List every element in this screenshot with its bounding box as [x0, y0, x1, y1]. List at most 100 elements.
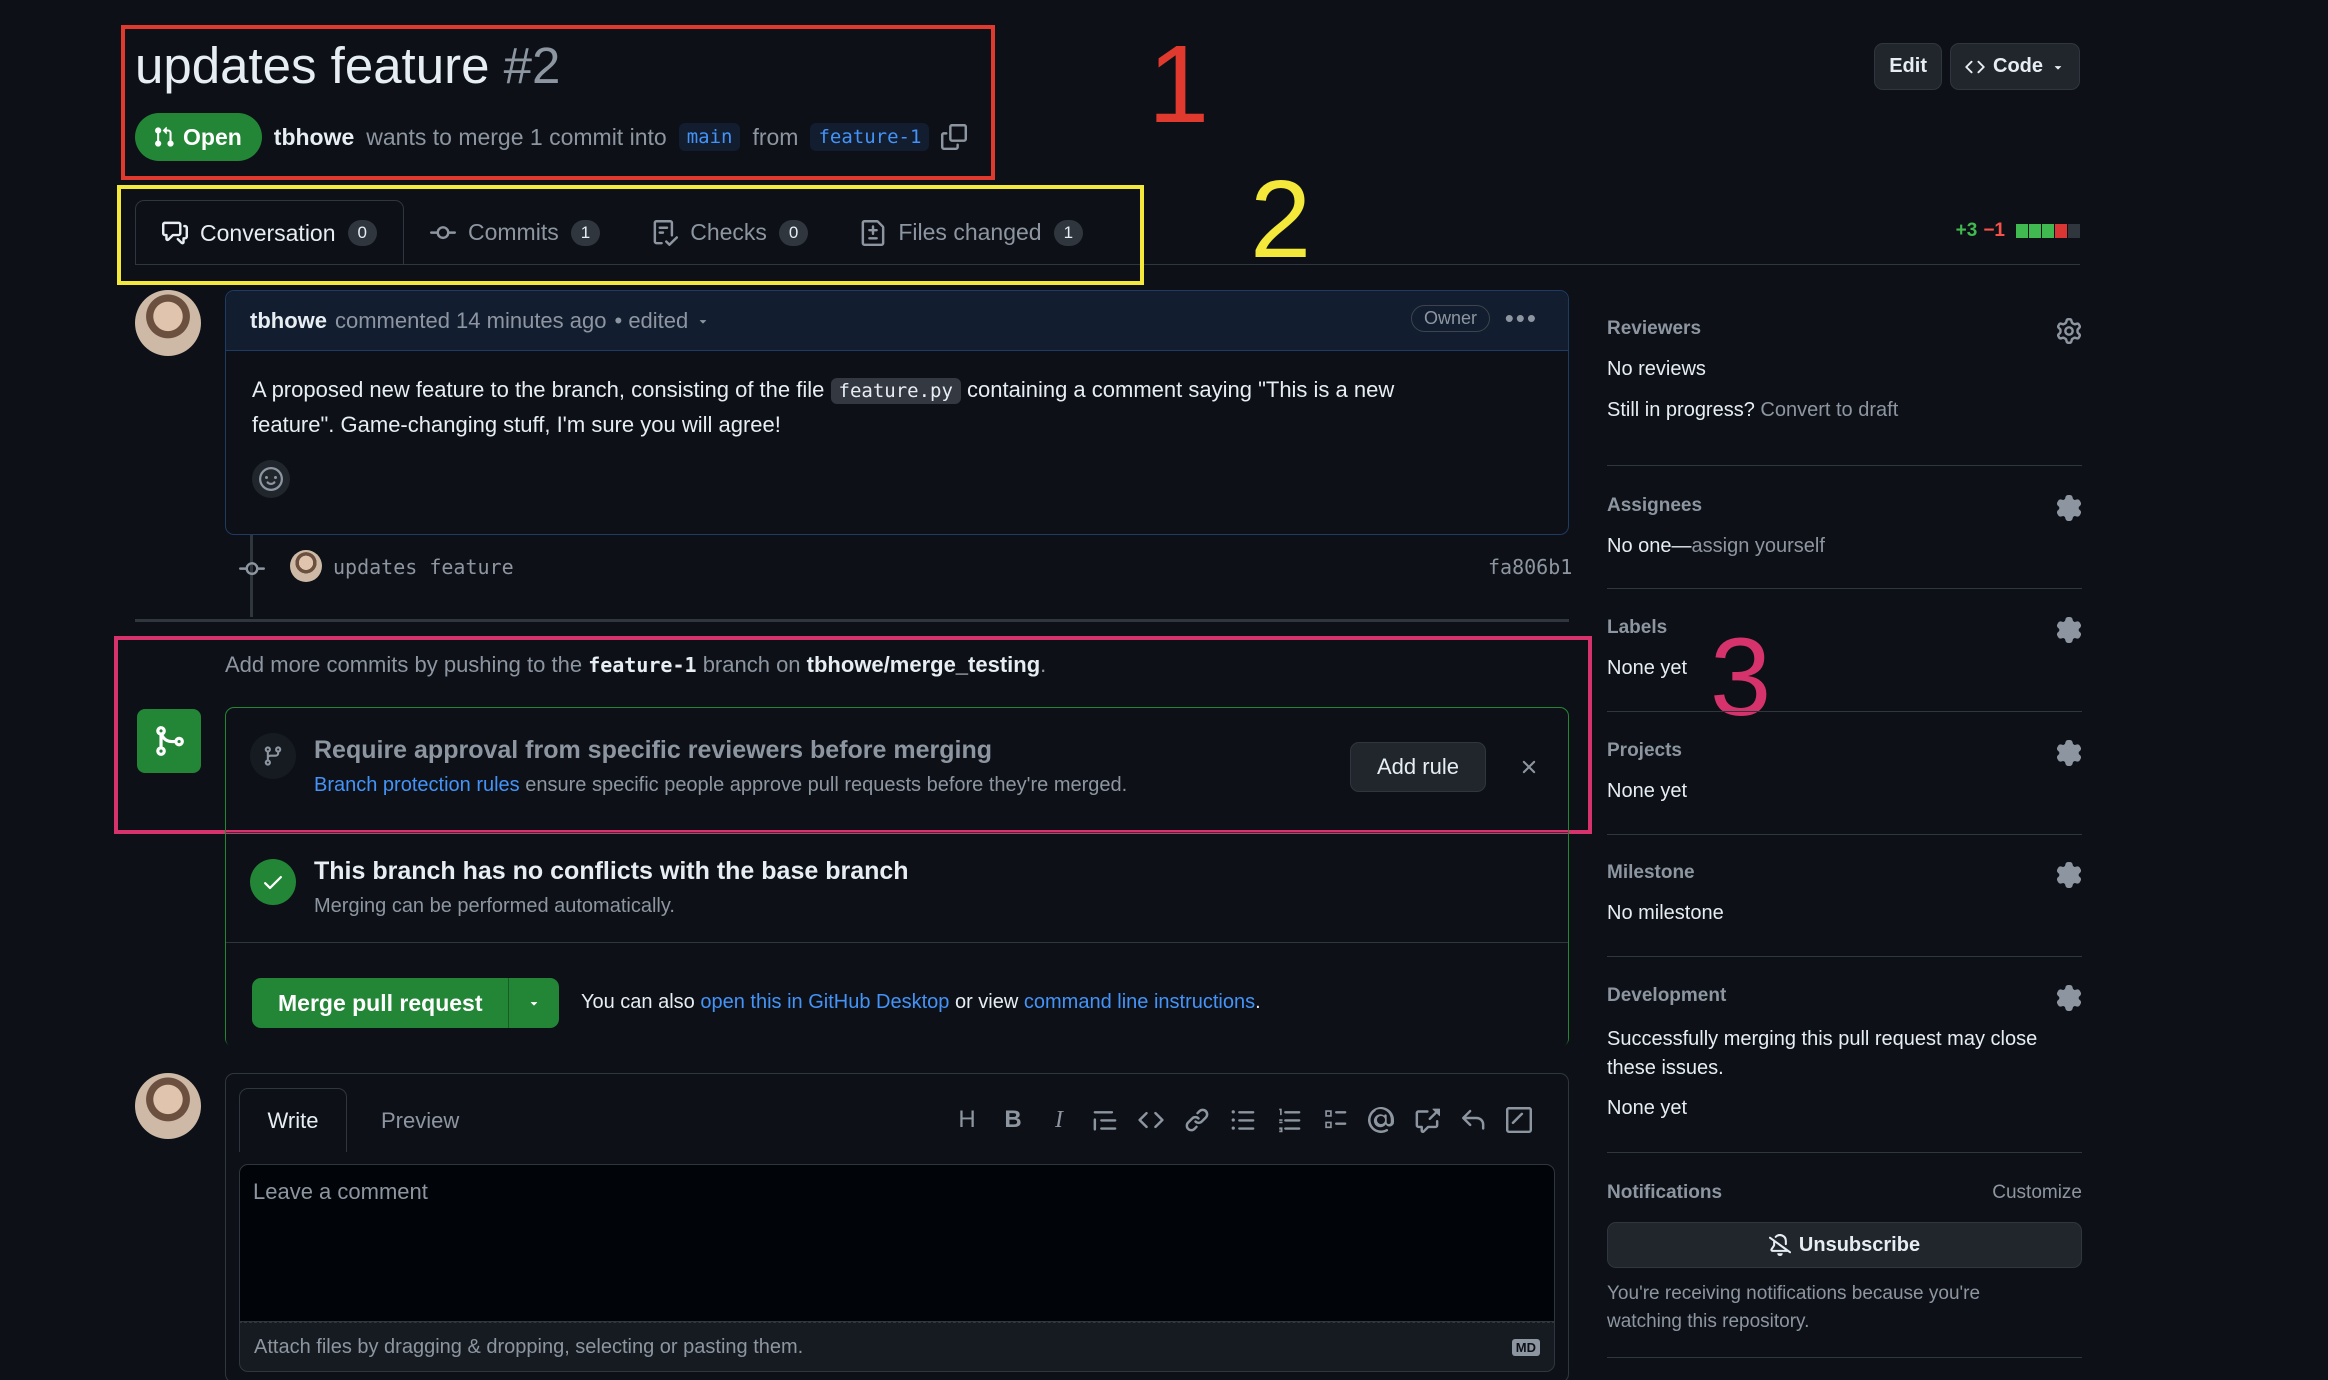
sidebar-divider — [1607, 1357, 2082, 1358]
deletions-count: −1 — [1983, 220, 2005, 241]
markdown-toolbar: H B I — [954, 1106, 1532, 1134]
code-icon[interactable] — [1138, 1107, 1164, 1133]
github-desktop-link[interactable]: open this in GitHub Desktop — [700, 991, 949, 1013]
sidebar-divider — [1607, 1152, 2082, 1153]
assign-yourself-link[interactable]: assign yourself — [1692, 535, 1825, 557]
merge-options-dropdown[interactable] — [509, 978, 559, 1028]
milestone-value: No milestone — [1607, 902, 1724, 924]
attach-files-bar[interactable]: Attach files by dragging & dropping, sel… — [239, 1322, 1555, 1372]
gear-icon[interactable] — [2056, 495, 2082, 521]
italic-icon[interactable]: I — [1046, 1107, 1072, 1134]
caret-down-icon — [700, 319, 707, 324]
status-title: This branch has no conflicts with the ba… — [314, 857, 909, 885]
sidebar-heading: Labels — [1607, 617, 1668, 638]
notification-note-line: You're receiving notifications because y… — [1607, 1283, 1981, 1304]
add-rule-button[interactable]: Add rule — [1350, 742, 1486, 792]
commit-message-link[interactable]: updates feature — [333, 555, 514, 579]
git-merge-icon — [156, 726, 184, 756]
quote-icon[interactable] — [1092, 1107, 1118, 1133]
close-icon[interactable] — [1518, 756, 1540, 778]
add-reaction-button[interactable] — [252, 460, 290, 498]
edit-button[interactable]: Edit — [1874, 43, 1942, 90]
cross-reference-icon[interactable] — [1414, 1107, 1440, 1133]
customize-link[interactable]: Customize — [1992, 1182, 2082, 1204]
labels-value: None yet — [1607, 657, 1688, 679]
mention-icon[interactable] — [1368, 1107, 1394, 1133]
sidebar-notifications: Notifications Customize Unsubscribe You'… — [1607, 1182, 2082, 1332]
comment-body: A proposed new feature to the branch, co… — [226, 351, 1568, 520]
sidebar-reviewers: Reviewers No reviews Still in progress? … — [1607, 318, 2082, 428]
comment-textarea[interactable]: Leave a comment — [239, 1164, 1555, 1322]
timeline-divider — [135, 619, 1569, 622]
bold-icon[interactable]: B — [1000, 1106, 1026, 1134]
diffstat-bar — [2015, 224, 2080, 238]
tasklist-icon[interactable] — [1322, 1107, 1348, 1133]
command-line-link[interactable]: command line instructions — [1024, 991, 1255, 1013]
convert-to-draft-link[interactable]: Convert to draft — [1760, 399, 1898, 421]
avatar[interactable] — [135, 290, 201, 356]
sidebar-labels: Labels None yet — [1607, 617, 2082, 687]
draft-prompt-text: Still in progress? — [1607, 399, 1755, 421]
heading-icon[interactable]: H — [954, 1106, 980, 1134]
branch-protection-link[interactable]: Branch protection rules — [314, 774, 520, 796]
current-user-avatar[interactable] — [135, 1073, 201, 1139]
commit-avatar[interactable] — [290, 550, 322, 582]
push-hint-branch: feature-1 — [588, 653, 697, 677]
slash-command-icon[interactable] — [1506, 1107, 1532, 1133]
projects-value: None yet — [1607, 780, 1688, 802]
gear-icon[interactable] — [2056, 985, 2082, 1011]
unordered-list-icon[interactable] — [1230, 1107, 1256, 1133]
sidebar-divider — [1607, 956, 2082, 957]
gear-icon[interactable] — [2056, 318, 2082, 344]
sidebar-heading: Projects — [1607, 740, 1682, 761]
assignees-value: No one—assign yourself — [1607, 535, 2082, 558]
annotation-label-1: 1 — [1148, 23, 1210, 146]
merge-pull-request-button[interactable]: Merge pull request — [252, 978, 510, 1028]
gear-icon[interactable] — [2056, 740, 2082, 766]
tab-write[interactable]: Write — [239, 1088, 347, 1152]
code-icon — [1965, 60, 1985, 73]
comment-text: A proposed new feature to the branch, co… — [252, 377, 825, 402]
commit-sha-link[interactable]: fa806b1 — [1488, 555, 1572, 579]
markdown-icon[interactable]: MD — [1511, 1338, 1540, 1356]
merge-button-group: Merge pull request — [252, 978, 560, 1028]
tab-preview[interactable]: Preview — [381, 1108, 459, 1134]
unsubscribe-button[interactable]: Unsubscribe — [1607, 1222, 2082, 1268]
gear-icon[interactable] — [2056, 862, 2082, 888]
notification-note: You're receiving notifications because y… — [1607, 1280, 2082, 1336]
header-actions: Edit Code — [1874, 43, 2080, 90]
unsubscribe-label: Unsubscribe — [1798, 1233, 1921, 1256]
gear-icon[interactable] — [2056, 617, 2082, 643]
code-button[interactable]: Code — [1950, 43, 2080, 90]
sidebar-heading: Milestone — [1607, 862, 1695, 883]
merge-alt-period: . — [1255, 991, 1261, 1013]
reviewers-value: No reviews — [1607, 358, 1706, 380]
diffstat: +3 −1 — [1956, 220, 2080, 242]
comment-author-link[interactable]: tbhowe — [250, 308, 327, 334]
annotation-box-2 — [117, 185, 1144, 285]
merge-alt-label: or view — [954, 991, 1019, 1013]
link-icon[interactable] — [1184, 1107, 1210, 1133]
sidebar-assignees: Assignees No one—assign yourself — [1607, 495, 2082, 565]
push-hint-text: Add more commits by pushing to the — [225, 652, 583, 677]
repo-link[interactable]: tbhowe/merge_testing — [807, 652, 1040, 677]
rule-title: Require approval from specific reviewers… — [314, 736, 993, 764]
sidebar-milestone: Milestone No milestone — [1607, 862, 2082, 932]
sidebar-heading: Reviewers — [1607, 318, 1702, 339]
notification-note-line: watching this repository. — [1607, 1311, 1810, 1332]
edited-dropdown[interactable]: • edited — [615, 308, 689, 334]
ordered-list-icon[interactable] — [1276, 1107, 1302, 1133]
kebab-menu-icon[interactable]: ••• — [1505, 303, 1538, 334]
reply-icon[interactable] — [1460, 1107, 1486, 1133]
push-hint-period: . — [1040, 652, 1047, 677]
merge-actions: Merge pull request You can also open thi… — [226, 943, 1568, 1048]
development-desc-line: these issues. — [1607, 1057, 1724, 1079]
comment-timestamp[interactable]: commented 14 minutes ago — [335, 308, 607, 334]
merge-alt-label: You can also — [581, 991, 695, 1013]
merge-status: This branch has no conflicts with the ba… — [226, 833, 1568, 943]
push-hint-text: branch on — [702, 652, 801, 677]
status-desc: Merging can be performed automatically. — [314, 895, 675, 917]
comment-text: feature". Game-changing stuff, I'm sure … — [252, 412, 781, 437]
bell-slash-icon — [1768, 1234, 1791, 1256]
rule-desc: Branch protection rules ensure specific … — [314, 774, 1127, 797]
